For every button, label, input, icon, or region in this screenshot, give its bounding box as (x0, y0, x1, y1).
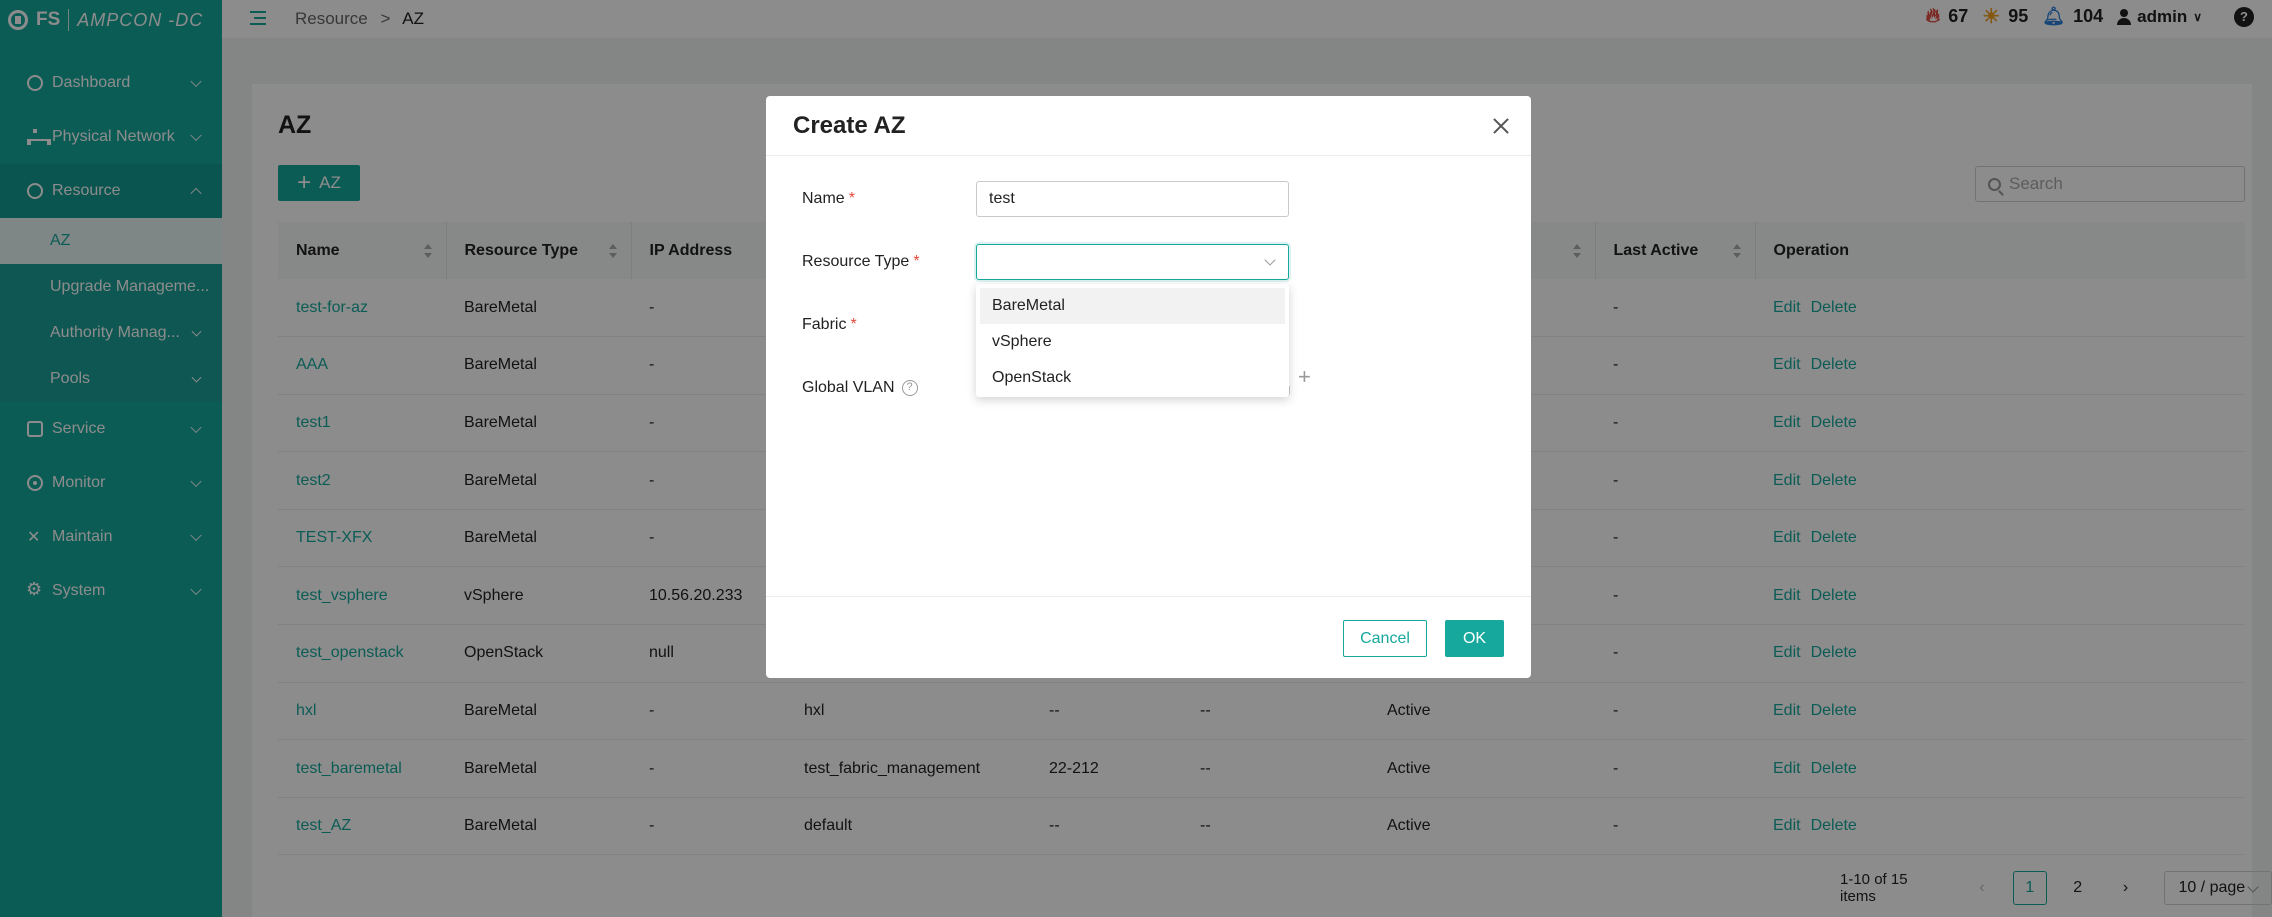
info-icon[interactable]: ? (901, 379, 918, 396)
option-baremetal[interactable]: BareMetal (980, 288, 1285, 324)
dialog-header: Create AZ (766, 96, 1531, 156)
cancel-button[interactable]: Cancel (1343, 620, 1427, 657)
name-field[interactable]: test (976, 181, 1289, 217)
option-vsphere[interactable]: vSphere (980, 324, 1285, 360)
resource-type-label: Resource Type * (802, 253, 920, 270)
ok-button[interactable]: OK (1445, 620, 1504, 657)
resource-type-dropdown: BareMetal vSphere OpenStack (976, 284, 1289, 397)
fabric-label: Fabric * (802, 316, 857, 333)
chevron-down-icon (1264, 254, 1276, 266)
dialog-title: Create AZ (793, 111, 906, 139)
resource-type-select[interactable] (976, 244, 1289, 280)
dialog-footer: Cancel OK (766, 596, 1531, 678)
create-az-dialog: Create AZ Name * test Resource Type * Fabr… (766, 96, 1531, 678)
add-vlan-icon[interactable]: + (1298, 364, 1311, 390)
name-field-value: test (989, 190, 1015, 207)
option-openstack[interactable]: OpenStack (980, 360, 1285, 396)
global-vlan-label: Global VLAN? (802, 379, 918, 397)
name-label: Name * (802, 190, 855, 207)
close-icon[interactable] (1493, 118, 1509, 134)
